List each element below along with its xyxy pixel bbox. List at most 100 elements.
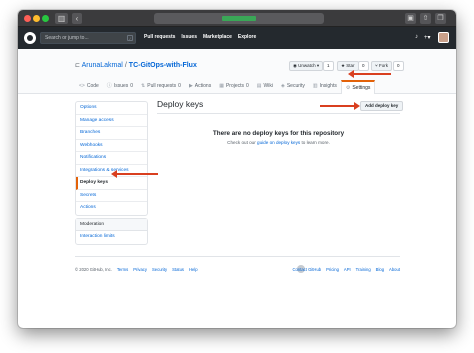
tab-actions[interactable]: ▶ Actions	[185, 80, 215, 93]
nav-pull-requests[interactable]: Pull requests	[144, 34, 175, 40]
tab-count: 0	[246, 83, 249, 89]
tab-label: Issues	[113, 83, 129, 89]
repo-owner-link[interactable]: ArunaLakmal	[82, 62, 123, 69]
sidebar-item-branches[interactable]: Branches	[76, 127, 147, 140]
sidebar-toggle-icon[interactable]: ▥	[55, 13, 68, 24]
blankslate-title: There are no deploy keys for this reposi…	[212, 130, 345, 137]
issue-icon: ⓘ	[106, 83, 112, 89]
tab-wiki[interactable]: ▤ Wiki	[253, 80, 277, 93]
footer-link-security[interactable]: Security	[152, 267, 167, 272]
sidebar-item-manage-access[interactable]: Manage access	[76, 115, 147, 127]
desktop-background: ▥ ‹ ▣ ⇧ ❐ Search or jump to... / Pull re…	[0, 0, 474, 353]
create-new-menu[interactable]: +▾	[424, 34, 431, 41]
page-title: Deploy keys	[157, 99, 204, 109]
browser-window: ▥ ‹ ▣ ⇧ ❐ Search or jump to... / Pull re…	[18, 10, 456, 328]
fork-button[interactable]: ⑂ Fork	[371, 61, 392, 71]
book-icon: ▤	[256, 83, 262, 89]
add-deploy-key-button[interactable]: Add deploy key	[360, 101, 404, 111]
footer-link-pricing[interactable]: Pricing	[326, 267, 339, 272]
tab-insights[interactable]: ▥ Insights	[309, 80, 341, 93]
unwatch-button[interactable]: ◉ Unwatch ▾	[289, 61, 324, 71]
footer-link-blog[interactable]: Blog	[376, 267, 384, 272]
tab-code[interactable]: <> Code	[75, 80, 103, 93]
moderation-header: Moderation	[76, 219, 147, 231]
nav-issues[interactable]: Issues	[181, 34, 197, 40]
shield-icon: ◈	[280, 83, 285, 89]
repo-header: ⊏ ArunaLakmal / TC-GitOps-with-Flux ◉ Unwa…	[18, 49, 456, 94]
tab-label: Code	[86, 83, 99, 89]
footer-link-contact[interactable]: Contact GitHub	[292, 267, 321, 272]
github-logo-icon[interactable]	[24, 32, 36, 44]
blankslate-suffix: to learn more.	[301, 140, 330, 145]
watchers-count[interactable]: 1	[323, 61, 334, 71]
browser-toolbar: ▥ ‹ ▣ ⇧ ❐	[18, 10, 456, 27]
sidebar-item-actions[interactable]: Actions	[76, 202, 147, 215]
footer-link-help[interactable]: Help	[189, 267, 198, 272]
footer-link-status[interactable]: Status	[172, 267, 184, 272]
zoom-window-button[interactable]	[42, 15, 49, 22]
tab-security[interactable]: ◈ Security	[277, 80, 309, 93]
tab-label: Pull requests	[147, 83, 177, 89]
sidebar-item-secrets[interactable]: Secrets	[76, 190, 147, 202]
project-icon: ▦	[219, 83, 224, 89]
back-arrow-icon[interactable]: ‹	[72, 13, 82, 24]
settings-annotation-arrow	[348, 70, 391, 78]
repo-icon: ⊏	[75, 63, 81, 69]
tab-label: Actions	[194, 83, 212, 89]
avatar[interactable]	[438, 32, 449, 43]
add-key-annotation-arrow	[320, 102, 360, 110]
minimize-window-button[interactable]	[33, 15, 40, 22]
secure-url-indicator	[222, 16, 256, 21]
sidebar-item-notifications[interactable]: Notifications	[76, 152, 147, 165]
address-bar[interactable]	[154, 13, 324, 24]
tab-label: Insights	[319, 83, 337, 89]
repo-name-link[interactable]: TC-GitOps-with-Flux	[129, 62, 197, 69]
tab-issues[interactable]: ⓘ Issues 0	[103, 80, 137, 93]
reader-icon[interactable]: ▣	[405, 13, 416, 24]
forks-count[interactable]: 0	[393, 61, 404, 71]
code-icon: <>	[79, 83, 85, 89]
nav-marketplace[interactable]: Marketplace	[203, 34, 232, 40]
tab-count: 0	[130, 83, 134, 89]
footer-link-api[interactable]: API	[344, 267, 351, 272]
tab-projects[interactable]: ▦ Projects 0	[215, 80, 253, 93]
tab-label: Wiki	[263, 83, 273, 89]
close-window-button[interactable]	[24, 15, 31, 22]
search-input[interactable]: Search or jump to... /	[40, 32, 136, 44]
tabs-overview-icon[interactable]: ❐	[435, 13, 446, 24]
sidebar-item-options[interactable]: Options	[76, 102, 147, 115]
blankslate-text: Check out our guide on deploy keys to le…	[157, 140, 400, 145]
sidebar-item-webhooks[interactable]: Webhooks	[76, 140, 147, 152]
pull-request-icon: ⇅	[141, 83, 146, 89]
footer-divider	[75, 256, 400, 257]
blankslate-prefix: Check out our	[227, 140, 256, 145]
footer-link-training[interactable]: Training	[356, 267, 371, 272]
repo-title: ⊏ ArunaLakmal / TC-GitOps-with-Flux	[75, 62, 197, 69]
bell-icon[interactable]: ♪	[415, 34, 418, 40]
deploy-keys-guide-link[interactable]: guide on deploy keys	[257, 140, 300, 145]
graph-icon: ▥	[312, 83, 318, 89]
github-header: Search or jump to... / Pull requests Iss…	[18, 27, 456, 49]
tab-pull-requests[interactable]: ⇅ Pull requests 0	[137, 80, 185, 93]
deploy-keys-annotation-arrow	[111, 170, 158, 178]
tab-label: Settings	[352, 84, 371, 91]
sidebar-item-deploy-keys[interactable]: Deploy keys	[76, 177, 147, 190]
footer-link-privacy[interactable]: Privacy	[133, 267, 147, 272]
moderation-sidebar: Moderation Interaction limits	[75, 218, 148, 245]
settings-sidebar: Options Manage access Branches Webhooks …	[75, 101, 148, 216]
footer-link-about[interactable]: About	[389, 267, 400, 272]
footer-copyright: © 2020 GitHub, Inc.	[75, 267, 112, 272]
stars-count[interactable]: 0	[358, 61, 369, 71]
tab-label: Security	[286, 83, 305, 89]
footer-right: Contact GitHub Pricing API Training Blog…	[292, 267, 400, 272]
search-shortcut-key: /	[127, 35, 133, 41]
play-icon: ▶	[188, 83, 193, 89]
sidebar-item-interaction-limits[interactable]: Interaction limits	[76, 231, 147, 244]
tab-settings[interactable]: ⚙ Settings	[340, 80, 376, 94]
nav-explore[interactable]: Explore	[238, 34, 256, 40]
repo-tabs: <> Code ⓘ Issues 0 ⇅ Pull requests 0 ▶ Actions…	[75, 80, 376, 94]
footer-link-terms[interactable]: Terms	[117, 267, 128, 272]
header-nav: Pull requests Issues Marketplace Explore	[144, 34, 256, 40]
share-icon[interactable]: ⇧	[420, 13, 431, 24]
footer-left: © 2020 GitHub, Inc. Terms Privacy Securi…	[75, 267, 198, 272]
